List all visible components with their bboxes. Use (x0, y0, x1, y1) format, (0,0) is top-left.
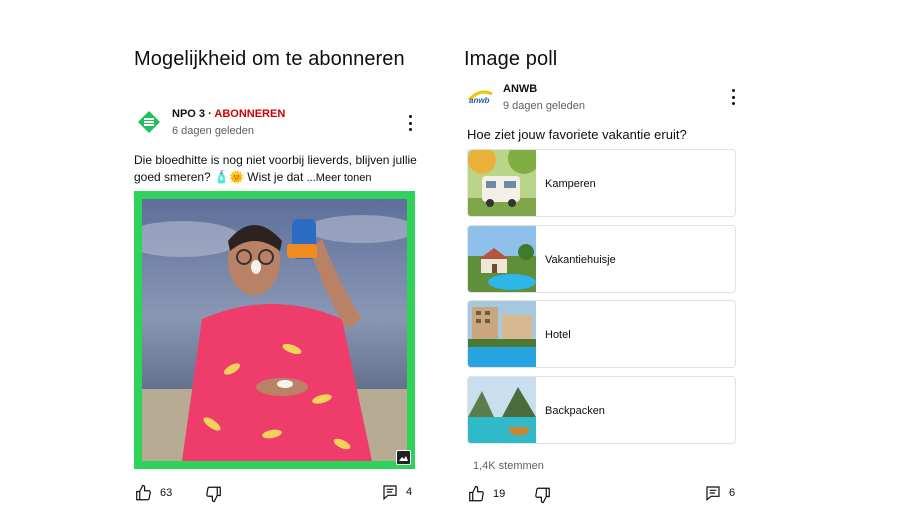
section-title-subscribe: Mogelijkheid om te abonneren (134, 48, 405, 70)
subscribe-button[interactable]: ABONNEREN (214, 108, 285, 120)
poll-option-vakantiehuisje[interactable]: Vakantiehuisje (467, 225, 736, 293)
dislike-button[interactable] (533, 486, 552, 504)
thumbs-down-icon (533, 486, 552, 504)
channel-name[interactable]: ANWB (503, 83, 537, 95)
comments-button[interactable]: 6 (705, 485, 735, 501)
post-text: Die bloedhitte is nog niet voorbij lieve… (134, 152, 419, 187)
dislike-button[interactable] (204, 485, 223, 503)
poll-option-hotel[interactable]: Hotel (467, 300, 736, 368)
comment-count: 4 (406, 486, 413, 498)
poll-option-backpacken[interactable]: Backpacken (467, 376, 736, 444)
post-body: Die bloedhitte is nog niet voorbij lieve… (134, 153, 417, 184)
anwb-logo-icon[interactable]: anwb (466, 86, 494, 106)
channel-name[interactable]: NPO 3 (172, 108, 205, 120)
poll-option-label: Kamperen (545, 178, 596, 190)
comment-icon (705, 485, 721, 501)
like-button[interactable]: 63 (134, 484, 172, 502)
backpacking-image (468, 377, 536, 443)
holiday-house-image (468, 226, 536, 292)
comments-button[interactable]: 4 (382, 484, 412, 500)
like-count: 19 (493, 488, 506, 500)
gif-image[interactable] (142, 199, 407, 461)
npo3-logo-icon[interactable] (137, 110, 161, 134)
separator: · (205, 108, 215, 120)
post-time: 9 dagen geleden (503, 100, 585, 112)
more-options-icon[interactable] (728, 89, 738, 105)
camper-image (468, 150, 536, 216)
comment-icon (382, 484, 398, 500)
more-options-icon[interactable] (405, 115, 415, 131)
poll-option-kamperen[interactable]: Kamperen (467, 149, 736, 217)
channel-line: NPO 3 · ABONNEREN (172, 108, 285, 120)
poll-option-label: Vakantiehuisje (545, 254, 616, 266)
thumbs-down-icon (204, 485, 223, 503)
poll-option-label: Backpacken (545, 405, 605, 417)
post-time: 6 dagen geleden (172, 125, 254, 137)
section-title-image-poll: Image poll (464, 48, 558, 70)
vote-count: 1,4K stemmen (473, 460, 544, 472)
poll-option-label: Hotel (545, 329, 571, 341)
thumbs-up-icon (134, 484, 153, 502)
gif-badge-icon (396, 450, 411, 465)
like-count: 63 (160, 487, 173, 499)
thumbs-up-icon (467, 485, 486, 503)
like-button[interactable]: 19 (467, 485, 505, 503)
poll-question: Hoe ziet jouw favoriete vakantie eruit? (467, 127, 687, 142)
anwb-logo-text: anwb (469, 96, 490, 105)
hotel-image (468, 301, 536, 367)
post-media[interactable] (134, 191, 415, 469)
show-more-link[interactable]: ...Meer tonen (307, 172, 372, 184)
comment-count: 6 (729, 487, 736, 499)
